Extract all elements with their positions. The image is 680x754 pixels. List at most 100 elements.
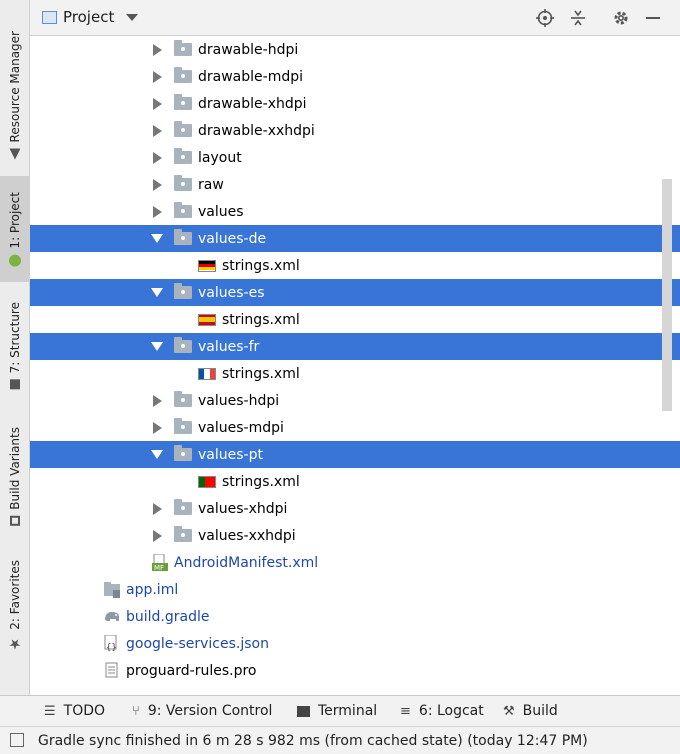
tree-folder-row[interactable]: values-xxhdpi (30, 522, 680, 549)
tree-file-row[interactable]: MF AndroidManifest.xml (30, 549, 680, 576)
folder-label: values-pt (198, 446, 263, 463)
collapse-arrow-icon[interactable] (151, 450, 163, 459)
tree-folder-row[interactable]: drawable-hdpi (30, 36, 680, 63)
tree-folder-row[interactable]: drawable-mdpi (30, 63, 680, 90)
file-label: strings.xml (222, 257, 300, 274)
tree-folder-row[interactable]: values-hdpi (30, 387, 680, 414)
file-label: AndroidManifest.xml (174, 554, 319, 571)
tree-folder-row[interactable]: layout (30, 144, 680, 171)
folder-icon (174, 94, 192, 110)
tree-file-row[interactable]: {} google-services.json (30, 630, 680, 657)
expand-arrow-icon[interactable] (152, 529, 162, 542)
folder-icon (174, 40, 192, 56)
favorites-tab[interactable]: ★ 2: Favorites (0, 556, 29, 656)
tree-folder-row[interactable]: values-mdpi (30, 414, 680, 441)
file-label: strings.xml (222, 473, 300, 490)
manifest-file-icon: MF (152, 553, 168, 572)
tree-file-row[interactable]: strings.xml (30, 360, 680, 387)
logcat-tab[interactable]: ≡ 6: Logcat (400, 703, 484, 719)
gradle-elephant-icon (104, 608, 120, 625)
gear-icon[interactable] (611, 8, 631, 28)
todo-tab[interactable]: ☰ TODO (44, 703, 105, 719)
france-flag-icon (198, 367, 216, 380)
expand-arrow-icon[interactable] (152, 421, 162, 434)
tree-file-row[interactable]: strings.xml (30, 252, 680, 279)
collapse-arrow-icon[interactable] (151, 234, 163, 243)
resource-manager-icon (9, 148, 20, 159)
tree-file-row[interactable]: strings.xml (30, 468, 680, 495)
collapse-arrow-icon[interactable] (151, 288, 163, 297)
expand-arrow-icon[interactable] (152, 205, 162, 218)
folder-label: values-mdpi (198, 419, 284, 436)
resource-manager-label: Resource Manager (7, 30, 22, 143)
folder-icon (174, 283, 192, 299)
tree-file-row[interactable]: proguard-rules.pro (30, 657, 680, 684)
file-label: strings.xml (222, 311, 300, 328)
tree-folder-row-selected[interactable]: values-es (30, 279, 680, 306)
structure-tab[interactable]: 7: Structure (0, 296, 29, 396)
tree-folder-row-selected[interactable]: values-fr (30, 333, 680, 360)
tree-folder-row[interactable]: values-xhdpi (30, 495, 680, 522)
version-control-tab[interactable]: ⑂ 9: Version Control (132, 703, 272, 719)
expand-arrow-icon[interactable] (152, 97, 162, 110)
folder-icon (174, 445, 192, 461)
version-control-label: 9: Version Control (147, 703, 273, 719)
folder-label: raw (198, 176, 224, 193)
folder-icon (174, 526, 192, 542)
minimize-icon[interactable] (643, 8, 663, 28)
view-selector-label: Project (63, 8, 115, 26)
folder-label: values-de (198, 230, 267, 247)
tool-windows-icon[interactable] (10, 733, 24, 747)
expand-arrow-icon[interactable] (152, 394, 162, 407)
expand-arrow-icon[interactable] (152, 502, 162, 515)
collapse-all-icon[interactable] (568, 8, 588, 28)
folder-label: values-xxhdpi (198, 527, 296, 544)
favorites-tab-label: 2: Favorites (7, 560, 22, 630)
terminal-label: Terminal (318, 703, 378, 719)
folder-icon (174, 148, 192, 164)
project-tree: drawable-hdpi drawable-mdpi drawable-xhd… (30, 36, 680, 684)
tree-folder-row[interactable]: raw (30, 171, 680, 198)
list-icon: ☰ (44, 703, 56, 719)
file-label: proguard-rules.pro (126, 662, 257, 679)
expand-arrow-icon[interactable] (152, 70, 162, 83)
tree-folder-row[interactable]: drawable-xhdpi (30, 90, 680, 117)
build-variants-tab[interactable]: Build Variants (0, 420, 29, 532)
vertical-scrollbar[interactable] (662, 179, 672, 411)
expand-arrow-icon[interactable] (152, 151, 162, 164)
terminal-tab[interactable]: Terminal (297, 703, 377, 719)
folder-icon (174, 202, 192, 218)
folder-label: values-fr (198, 338, 260, 355)
folder-label: values-hdpi (198, 392, 280, 409)
expand-arrow-icon[interactable] (152, 124, 162, 137)
tree-file-row[interactable]: strings.xml (30, 306, 680, 333)
star-icon: ★ (6, 635, 23, 652)
tree-folder-row-selected[interactable]: values-de (30, 225, 680, 252)
panel-header: Project (30, 0, 680, 36)
view-selector[interactable]: Project (42, 8, 139, 26)
build-tab[interactable]: ⚒ Build (503, 703, 558, 719)
status-bar: Gradle sync finished in 6 m 28 s 982 ms … (0, 726, 680, 754)
project-tab[interactable]: 1: Project (0, 176, 29, 282)
tree-folder-row[interactable]: values (30, 198, 680, 225)
left-tool-strip: Resource Manager 1: Project 7: Structure… (0, 0, 30, 695)
json-file-icon: {} (104, 634, 120, 653)
collapse-arrow-icon[interactable] (151, 342, 163, 351)
folder-icon (174, 229, 192, 245)
expand-arrow-icon[interactable] (152, 178, 162, 191)
file-label: build.gradle (126, 608, 210, 625)
folder-icon (174, 391, 192, 407)
svg-text:MF: MF (154, 564, 164, 571)
tree-folder-row[interactable]: drawable-xxhdpi (30, 117, 680, 144)
expand-arrow-icon[interactable] (152, 43, 162, 56)
resource-manager-tab[interactable]: Resource Manager (0, 20, 29, 170)
folder-icon (174, 418, 192, 434)
locate-icon[interactable] (535, 8, 555, 28)
folder-icon (174, 67, 192, 83)
tree-folder-row-selected[interactable]: values-pt (30, 441, 680, 468)
tree-file-row[interactable]: build.gradle (30, 603, 680, 630)
project-tab-label: 1: Project (7, 191, 22, 249)
structure-icon (9, 379, 20, 390)
build-variants-icon (9, 515, 20, 526)
tree-file-row[interactable]: app.iml (30, 576, 680, 603)
